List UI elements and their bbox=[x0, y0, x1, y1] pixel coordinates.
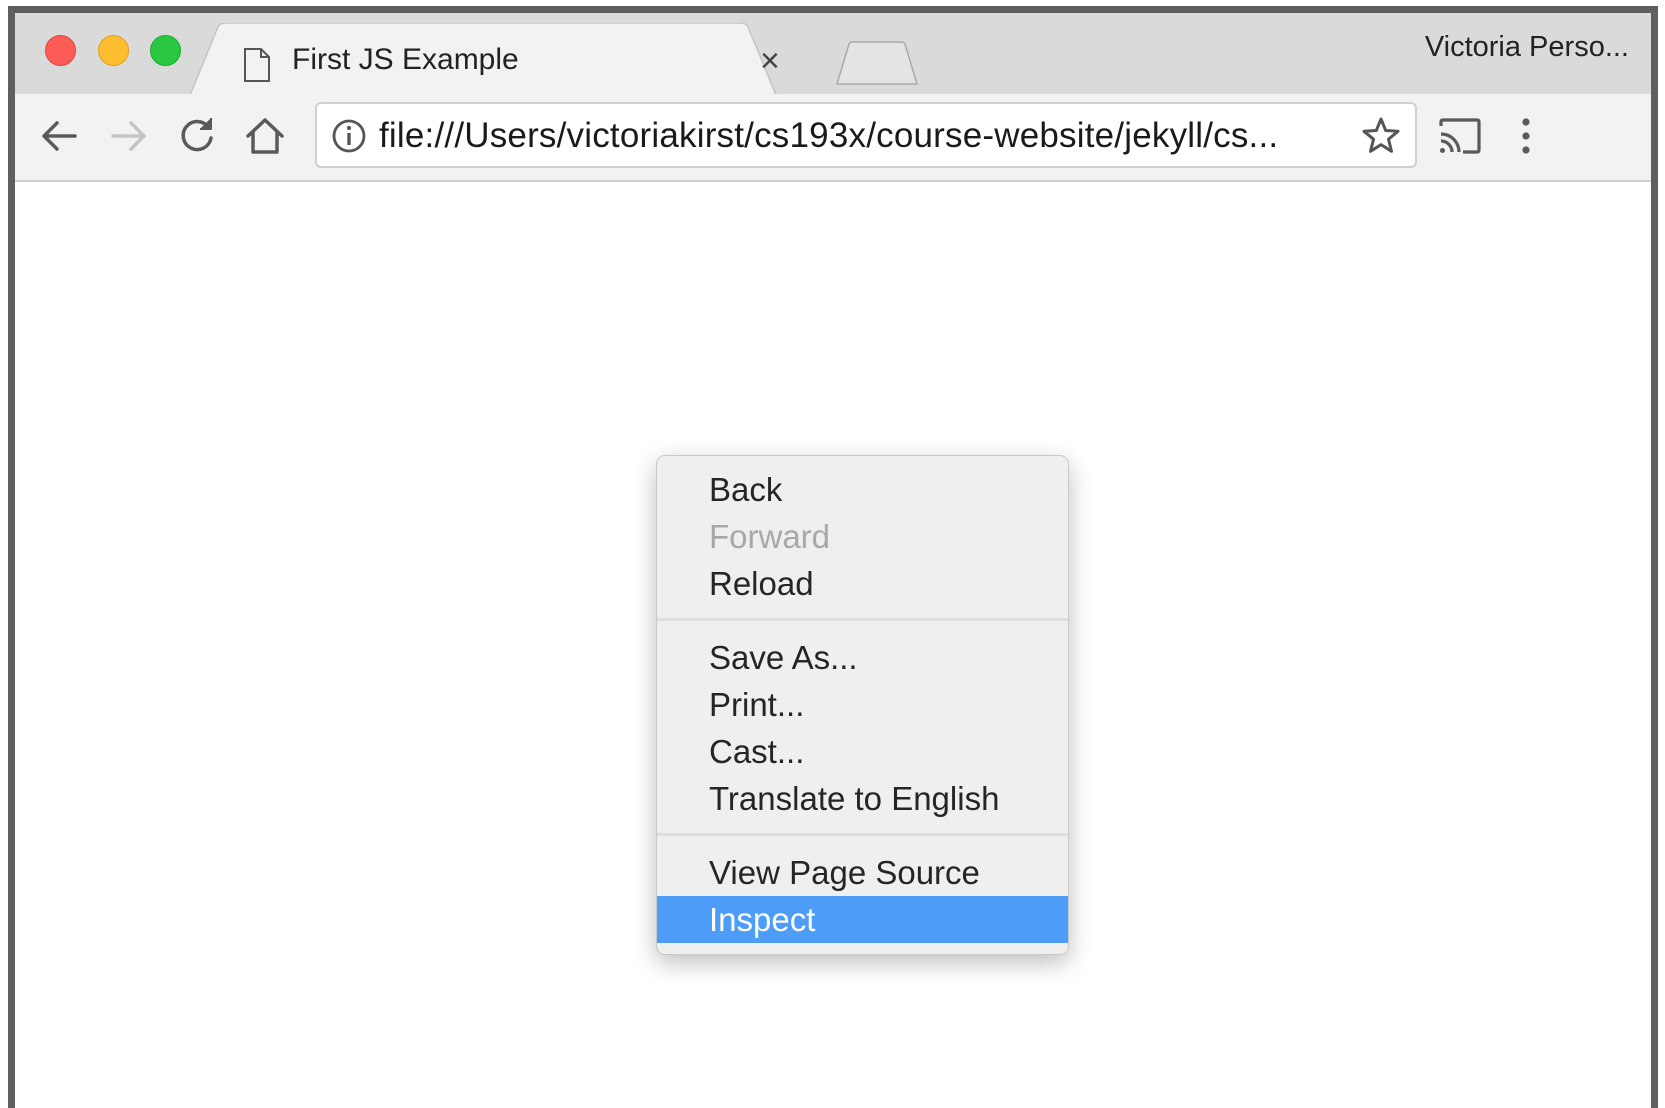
more-vert-icon[interactable] bbox=[1511, 114, 1541, 158]
document-icon bbox=[244, 48, 270, 82]
back-arrow-icon[interactable] bbox=[37, 114, 81, 158]
tab-close-icon[interactable]: × bbox=[760, 43, 780, 79]
new-tab-button[interactable] bbox=[835, 40, 919, 86]
menu-separator bbox=[657, 618, 1068, 621]
forward-arrow-icon[interactable] bbox=[107, 114, 151, 158]
toolbar: file:///Users/victoriakirst/cs193x/cours… bbox=[15, 94, 1651, 182]
tab-first-js-example[interactable]: First JS Example × bbox=[190, 23, 850, 95]
maximize-window-button[interactable] bbox=[150, 35, 181, 66]
browser-window: First JS Example × Victoria Perso... fil… bbox=[8, 6, 1658, 1108]
menu-separator bbox=[657, 833, 1068, 836]
url-text[interactable]: file:///Users/victoriakirst/cs193x/cours… bbox=[379, 116, 1278, 156]
tab-title: First JS Example bbox=[292, 43, 519, 76]
menu-item-back[interactable]: Back bbox=[657, 466, 1068, 513]
close-window-button[interactable] bbox=[45, 35, 76, 66]
menu-item-forward: Forward bbox=[709, 518, 831, 555]
menu-item-view-page-source[interactable]: View Page Source bbox=[657, 849, 1068, 896]
info-icon[interactable] bbox=[331, 118, 367, 154]
address-bar[interactable]: file:///Users/victoriakirst/cs193x/cours… bbox=[315, 102, 1417, 168]
minimize-window-button[interactable] bbox=[98, 35, 129, 66]
menu-item-translate[interactable]: Translate to English bbox=[657, 775, 1068, 822]
context-menu: Back Forward Reload Save As... Print... … bbox=[656, 455, 1069, 955]
menu-item-cast[interactable]: Cast... bbox=[657, 728, 1068, 775]
menu-item-save-as[interactable]: Save As... bbox=[657, 634, 1068, 681]
home-icon[interactable] bbox=[243, 114, 287, 158]
menu-item-reload[interactable]: Reload bbox=[657, 560, 1068, 607]
title-bar: First JS Example × Victoria Perso... bbox=[15, 13, 1651, 95]
menu-item-inspect[interactable]: Inspect bbox=[657, 896, 1068, 943]
cast-icon[interactable] bbox=[1437, 114, 1483, 158]
menu-item-print[interactable]: Print... bbox=[657, 681, 1068, 728]
star-icon[interactable] bbox=[1361, 116, 1401, 156]
profile-name[interactable]: Victoria Perso... bbox=[1425, 31, 1629, 64]
reload-icon[interactable] bbox=[175, 114, 219, 158]
